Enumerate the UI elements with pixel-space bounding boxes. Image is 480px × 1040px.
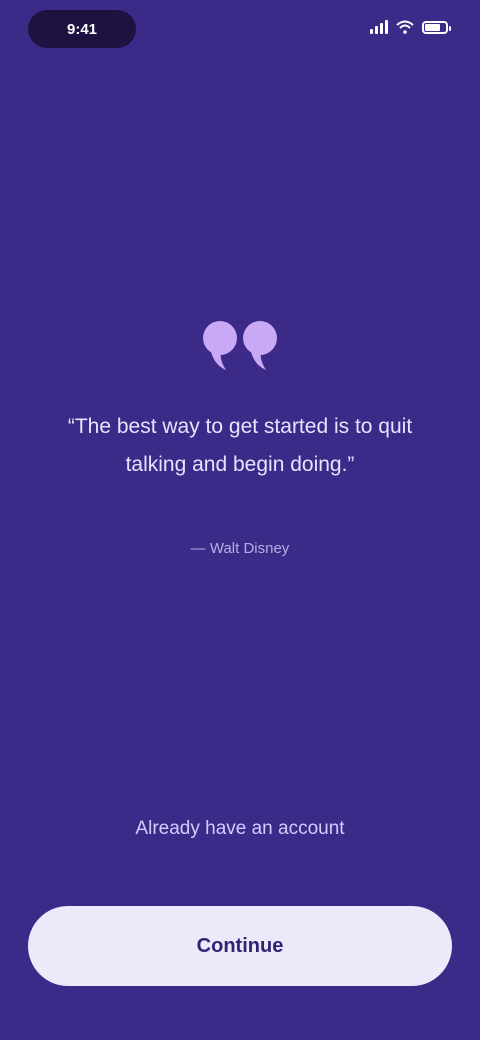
secondary-link[interactable]: Already have an account xyxy=(0,818,480,840)
quote-author: — Walt Disney xyxy=(190,540,290,557)
status-time-label: 9:41 xyxy=(66,20,98,38)
battery-icon xyxy=(422,20,451,34)
onboarding-screen: 9:41 “The best way to get started is to … xyxy=(0,0,480,1040)
quote-icon xyxy=(196,308,286,376)
status-icons xyxy=(370,20,451,34)
status-bar: 9:41 xyxy=(0,0,480,64)
continue-button[interactable]: Continue xyxy=(28,906,452,986)
quote-text: “The best way to get started is to quit … xyxy=(67,415,413,476)
status-time: 9:41 xyxy=(28,10,136,48)
signal-icon xyxy=(370,20,388,34)
wifi-icon xyxy=(396,20,414,34)
